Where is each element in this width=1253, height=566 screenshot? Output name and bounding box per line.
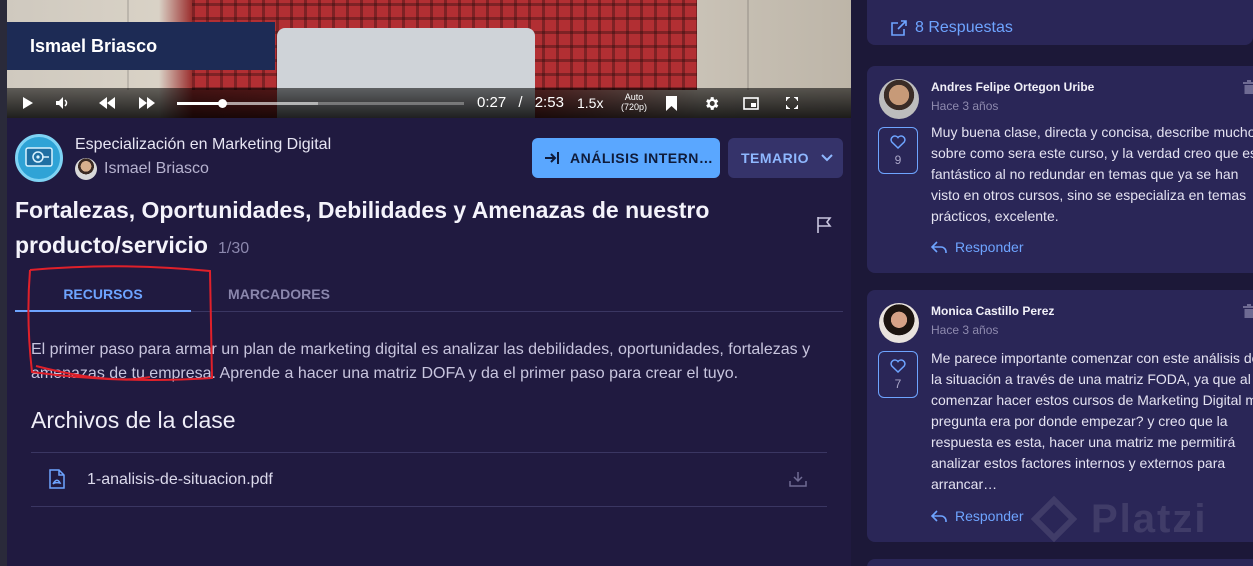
comment-date: Hace 3 años xyxy=(931,323,999,337)
video-controls: 0:27 / 2:53 1.5x Auto (720p) xyxy=(7,88,851,118)
lesson-description: El primer paso para armar un plan de mar… xyxy=(31,341,811,382)
reply-button[interactable]: Responder xyxy=(931,239,1024,255)
file-name[interactable]: 1-analisis-de-situacion.pdf xyxy=(87,471,273,489)
fast-forward-icon[interactable] xyxy=(135,88,159,118)
comment-body: Muy buena clase, directa y concisa, desc… xyxy=(931,124,1253,224)
settings-gear-icon[interactable] xyxy=(700,88,722,118)
quality-mode: Auto xyxy=(624,92,644,102)
platzi-logo-icon xyxy=(1031,496,1077,542)
trash-icon[interactable] xyxy=(1243,304,1253,323)
quality-resolution: (720p) xyxy=(620,102,647,112)
lesson-panel: Ismael Briasco 0:27 / 2:53 1.5x Auto (72… xyxy=(0,0,851,566)
marketing-course-icon[interactable] xyxy=(15,134,63,182)
fullscreen-icon[interactable] xyxy=(782,88,802,118)
bookmark-icon[interactable] xyxy=(662,88,680,118)
playback-speed-button[interactable]: 1.5x xyxy=(577,88,603,118)
answers-link[interactable]: 8 Respuestas xyxy=(891,19,1013,37)
reply-label: Responder xyxy=(955,239,1024,255)
lesson-count: 1/30 xyxy=(217,240,250,257)
reply-button[interactable]: Responder xyxy=(931,508,1024,524)
presenter-name: Ismael Briasco xyxy=(30,36,158,56)
comment-card xyxy=(867,559,1253,566)
time-display: 0:27 / 2:53 xyxy=(477,88,564,118)
comment-author[interactable]: Andres Felipe Ortegon Uribe xyxy=(931,80,1094,94)
syllabus-label: TEMARIO xyxy=(741,150,810,166)
answers-header: 8 Respuestas xyxy=(867,0,1253,45)
report-flag-icon[interactable] xyxy=(816,216,832,238)
trash-icon[interactable] xyxy=(1243,80,1253,99)
play-icon[interactable] xyxy=(17,88,39,118)
watermark-text: Platzi xyxy=(1091,496,1208,541)
heart-icon xyxy=(890,134,906,149)
comment-card: Andres Felipe Ortegon Uribe Hace 3 años … xyxy=(867,66,1253,273)
next-lesson-label: ANÁLISIS INTERN… xyxy=(570,150,714,166)
like-button[interactable]: 9 xyxy=(878,127,918,174)
quality-button[interactable]: Auto (720p) xyxy=(619,92,649,112)
platzi-watermark: Platzi xyxy=(1031,496,1207,542)
duration: 2:53 xyxy=(534,94,564,111)
pdf-file-icon xyxy=(49,469,65,494)
file-list-item[interactable]: 1-analisis-de-situacion.pdf xyxy=(31,452,827,507)
avatar[interactable] xyxy=(879,79,919,119)
syllabus-button[interactable]: TEMARIO xyxy=(728,138,843,178)
next-lesson-button[interactable]: ANÁLISIS INTERN… xyxy=(532,138,720,178)
window-edge xyxy=(0,0,7,566)
progress-handle[interactable] xyxy=(217,99,227,108)
course-name-link[interactable]: Especialización en Marketing Digital xyxy=(75,136,331,154)
volume-icon[interactable] xyxy=(52,88,74,118)
avatar[interactable] xyxy=(879,303,919,343)
answers-count: 8 Respuestas xyxy=(915,19,1013,36)
tab-bookmarks[interactable]: MARCADORES xyxy=(191,276,367,312)
tab-resources[interactable]: RECURSOS xyxy=(15,276,191,312)
comment-body: Me parece importante comenzar con este a… xyxy=(931,350,1253,492)
reply-icon xyxy=(931,509,947,522)
like-count: 9 xyxy=(894,152,902,167)
reply-label: Responder xyxy=(955,508,1024,524)
current-time: 0:27 xyxy=(477,94,507,111)
lesson-title-text: Fortalezas, Oportunidades, Debilidades y… xyxy=(15,197,710,258)
comments-panel: 8 Respuestas Andres Felipe Ortegon Uribe… xyxy=(851,0,1253,566)
wall-plank xyxy=(747,0,749,90)
comment-author[interactable]: Monica Castillo Perez xyxy=(931,304,1054,318)
teacher-name[interactable]: Ismael Briasco xyxy=(104,160,209,178)
files-section-title: Archivos de la clase xyxy=(31,407,236,433)
chevron-down-icon xyxy=(821,154,833,162)
heart-icon xyxy=(890,358,906,373)
presenter-lower-third: Ismael Briasco xyxy=(7,22,275,70)
comment-date: Hace 3 años xyxy=(931,99,999,113)
next-arrow-icon xyxy=(545,152,559,164)
like-count: 7 xyxy=(894,376,902,391)
time-separator: / xyxy=(518,94,523,111)
external-link-icon xyxy=(891,20,907,36)
rewind-icon[interactable] xyxy=(95,88,119,118)
teacher-avatar xyxy=(75,158,97,180)
progress-played xyxy=(177,102,222,105)
download-icon[interactable] xyxy=(789,471,807,492)
lesson-title: Fortalezas, Oportunidades, Debilidades y… xyxy=(15,193,735,266)
reply-icon xyxy=(931,240,947,253)
lesson-tabs: RECURSOS MARCADORES xyxy=(15,276,843,312)
progress-bar[interactable] xyxy=(177,99,464,108)
picture-in-picture-icon[interactable] xyxy=(741,88,761,118)
like-button[interactable]: 7 xyxy=(878,351,918,398)
